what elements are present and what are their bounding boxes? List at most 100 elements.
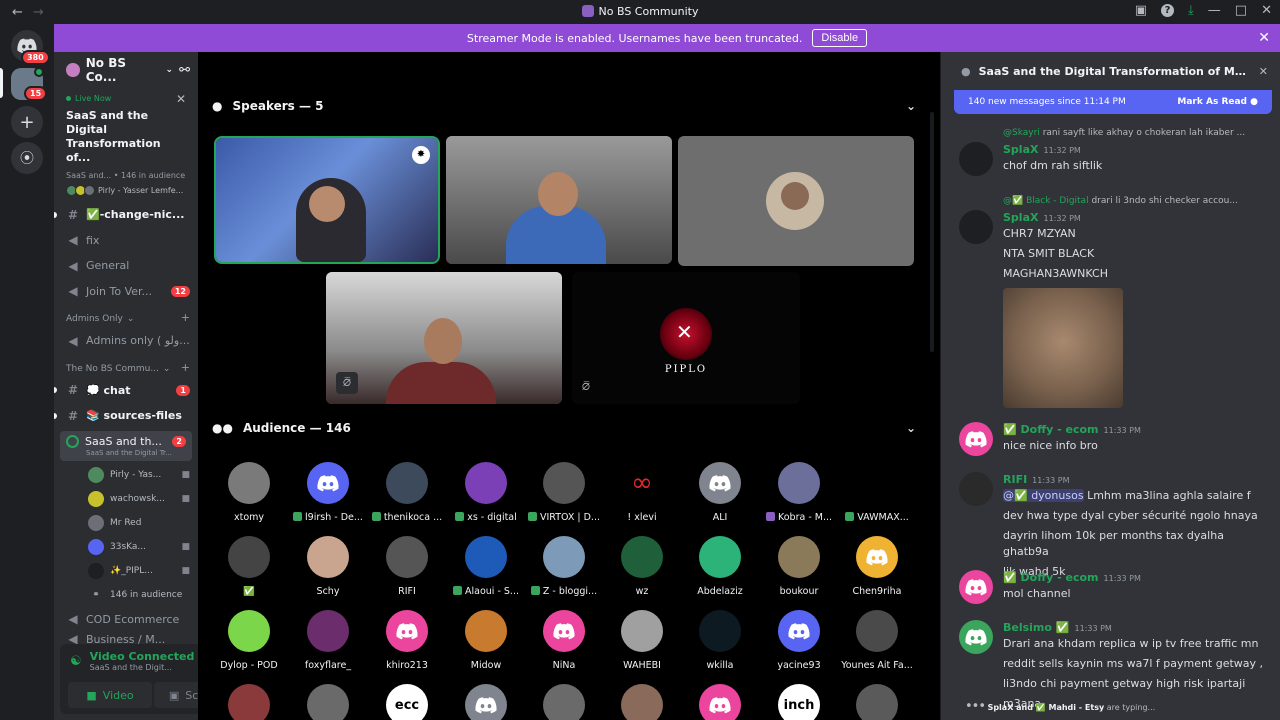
speaker-tile-piplo[interactable]: ✕ PIPLO ⦱: [572, 272, 800, 404]
audience-member[interactable]: Alaoui - S...: [447, 536, 525, 597]
chat-message[interactable]: ✅ Doffy - ecom 11:33 PM nice nice info bro: [959, 422, 1270, 456]
add-channel-icon[interactable]: +: [181, 311, 190, 324]
audience-member[interactable]: WAHEBI: [603, 610, 681, 671]
video-button[interactable]: ■ Video: [68, 682, 152, 708]
help-icon[interactable]: ?: [1161, 4, 1175, 17]
speakers-header[interactable]: ● Speakers — 5 ⌄: [212, 96, 916, 116]
avatar[interactable]: [959, 210, 993, 244]
audience-member[interactable]: [447, 684, 525, 720]
speaker-tile-pirly[interactable]: ✸: [214, 136, 440, 264]
audience-member[interactable]: Midow: [447, 610, 525, 671]
chat-message[interactable]: ✅ Doffy - ecom 11:33 PM mol channel: [959, 570, 1270, 604]
add-server-button[interactable]: +: [11, 106, 43, 138]
close-icon[interactable]: ✕: [176, 92, 186, 106]
chevron-down-icon[interactable]: ⌄: [906, 99, 916, 113]
channel-item[interactable]: # 📚 sources-files: [54, 403, 198, 429]
mark-as-read-button[interactable]: Mark As Read ●: [1177, 97, 1258, 107]
avatar[interactable]: [959, 620, 993, 654]
server-no-bs[interactable]: 15: [11, 67, 48, 101]
audience-member[interactable]: yacine93: [760, 610, 838, 671]
chevron-down-icon[interactable]: ⌄: [906, 421, 916, 435]
message-author[interactable]: Belsimo ✅: [1003, 621, 1069, 634]
audience-member[interactable]: wz: [603, 536, 681, 597]
audience-member[interactable]: NiNa: [525, 610, 603, 671]
audience-member[interactable]: [289, 684, 367, 720]
category-community[interactable]: The No BS Commu... ⌄ +: [54, 354, 198, 378]
inbox-icon[interactable]: ▣: [1135, 3, 1147, 18]
new-messages-bar[interactable]: 140 new messages since 11:14 PM Mark As …: [954, 90, 1272, 114]
audience-member[interactable]: [838, 684, 916, 720]
speaker-tile-2[interactable]: [446, 136, 672, 264]
screen-button[interactable]: ▣Screen: [154, 682, 198, 708]
reply-preview[interactable]: @Skayri rani sayft like akhay o chokeran…: [1003, 128, 1245, 138]
mention[interactable]: @✅ dyonusos: [1003, 489, 1084, 502]
audience-member[interactable]: boukour: [760, 536, 838, 597]
channel-item[interactable]: ◀ fix: [54, 228, 198, 254]
audience-member[interactable]: Chen9riha: [838, 536, 916, 597]
audience-member[interactable]: foxyflare_: [289, 610, 367, 671]
audience-member[interactable]: xs - digital: [447, 462, 525, 523]
avatar[interactable]: [959, 422, 993, 456]
audience-member[interactable]: ecc: [368, 684, 446, 720]
message-author[interactable]: ✅ Doffy - ecom: [1003, 571, 1099, 584]
avatar[interactable]: [959, 570, 993, 604]
audience-member[interactable]: khiro213: [368, 610, 446, 671]
speaker-tile-3[interactable]: [678, 136, 914, 266]
forward-arrow-icon[interactable]: →: [33, 5, 44, 20]
audience-member[interactable]: thenikoca ...: [368, 462, 446, 523]
discover-button[interactable]: ⦿: [11, 142, 43, 174]
audience-count[interactable]: ⚭ 146 in audience: [54, 583, 198, 607]
stage-member[interactable]: ✨_PIPL... ■: [54, 559, 198, 583]
audience-member[interactable]: ✅: [210, 536, 288, 597]
stage-member[interactable]: Mr Red: [54, 511, 198, 535]
message-author[interactable]: ✅ Doffy - ecom: [1003, 423, 1099, 436]
category-admins[interactable]: Admins Only ⌄ +: [54, 304, 198, 328]
avatar[interactable]: [959, 472, 993, 506]
scrollbar[interactable]: [930, 112, 934, 352]
home-button[interactable]: 380: [11, 30, 50, 65]
audience-member[interactable]: l9irsh - De...: [289, 462, 367, 523]
channel-item[interactable]: # 💭 chat 1: [54, 378, 198, 404]
audience-member[interactable]: Abdelaziz: [681, 536, 759, 597]
chat-message[interactable]: SplaX 11:32 PM chof dm rah siftlik: [959, 142, 1270, 176]
add-member-icon[interactable]: ⚯: [179, 63, 190, 78]
audience-member[interactable]: Younes Ait Fa...: [838, 610, 916, 671]
audience-member[interactable]: [603, 684, 681, 720]
audience-member[interactable]: ∞ ! xlevi: [603, 462, 681, 523]
monkey-image[interactable]: [1003, 288, 1123, 408]
channel-item[interactable]: ◀ General: [54, 253, 198, 279]
audience-member[interactable]: [681, 684, 759, 720]
chat-message[interactable]: SplaX 11:32 PM CHR7 MZYAN NTA SMIT BLACK MAG…: [959, 210, 1270, 408]
audience-member[interactable]: VIRTOX | D...: [525, 462, 603, 523]
channel-item[interactable]: # ✅-change-nic...: [54, 202, 198, 228]
audience-member[interactable]: Schy: [289, 536, 367, 597]
download-icon[interactable]: ⤓: [1188, 3, 1194, 18]
audience-member[interactable]: xtomy: [210, 462, 288, 523]
avatar[interactable]: [959, 142, 993, 176]
disable-button[interactable]: Disable: [812, 29, 868, 47]
maximize-icon[interactable]: □: [1235, 3, 1247, 18]
audience-member[interactable]: [210, 684, 288, 720]
audience-member[interactable]: [525, 684, 603, 720]
audience-member[interactable]: RIFI: [368, 536, 446, 597]
back-arrow-icon[interactable]: ←: [12, 5, 23, 20]
audience-member[interactable]: inch: [760, 684, 838, 720]
audience-member[interactable]: Dylop - POD: [210, 610, 288, 671]
audience-header[interactable]: ●● Audience — 146 ⌄: [212, 418, 916, 438]
channel-cod-ecommerce[interactable]: ◀ COD Ecommerce: [54, 607, 198, 633]
reply-preview[interactable]: @✅ Black - Digital drari li 3ndo shi che…: [1003, 196, 1238, 206]
audience-member[interactable]: wkilla: [681, 610, 759, 671]
chat-message[interactable]: RIFI 11:33 PM @✅ dyonusos Lmhm ma3lina agh…: [959, 472, 1270, 580]
channel-admins-only[interactable]: ◀ Admins only ( ولو...: [54, 328, 198, 354]
add-channel-icon[interactable]: +: [181, 361, 190, 374]
audience-member[interactable]: VAWMAX...: [838, 462, 916, 523]
audience-member[interactable]: Kobra - M...: [760, 462, 838, 523]
audience-member[interactable]: ALI: [681, 462, 759, 523]
close-banner-icon[interactable]: ✕: [1258, 30, 1270, 46]
close-icon[interactable]: ✕: [1259, 65, 1268, 78]
message-author[interactable]: RIFI: [1003, 473, 1027, 486]
active-stage-channel[interactable]: SaaS and th... 2 SaaS and the Digital Tr…: [60, 430, 192, 461]
minimize-icon[interactable]: —: [1208, 3, 1221, 18]
speaker-tile-4[interactable]: ⦱: [326, 272, 562, 404]
stage-member[interactable]: wachowsk... ■: [54, 487, 198, 511]
